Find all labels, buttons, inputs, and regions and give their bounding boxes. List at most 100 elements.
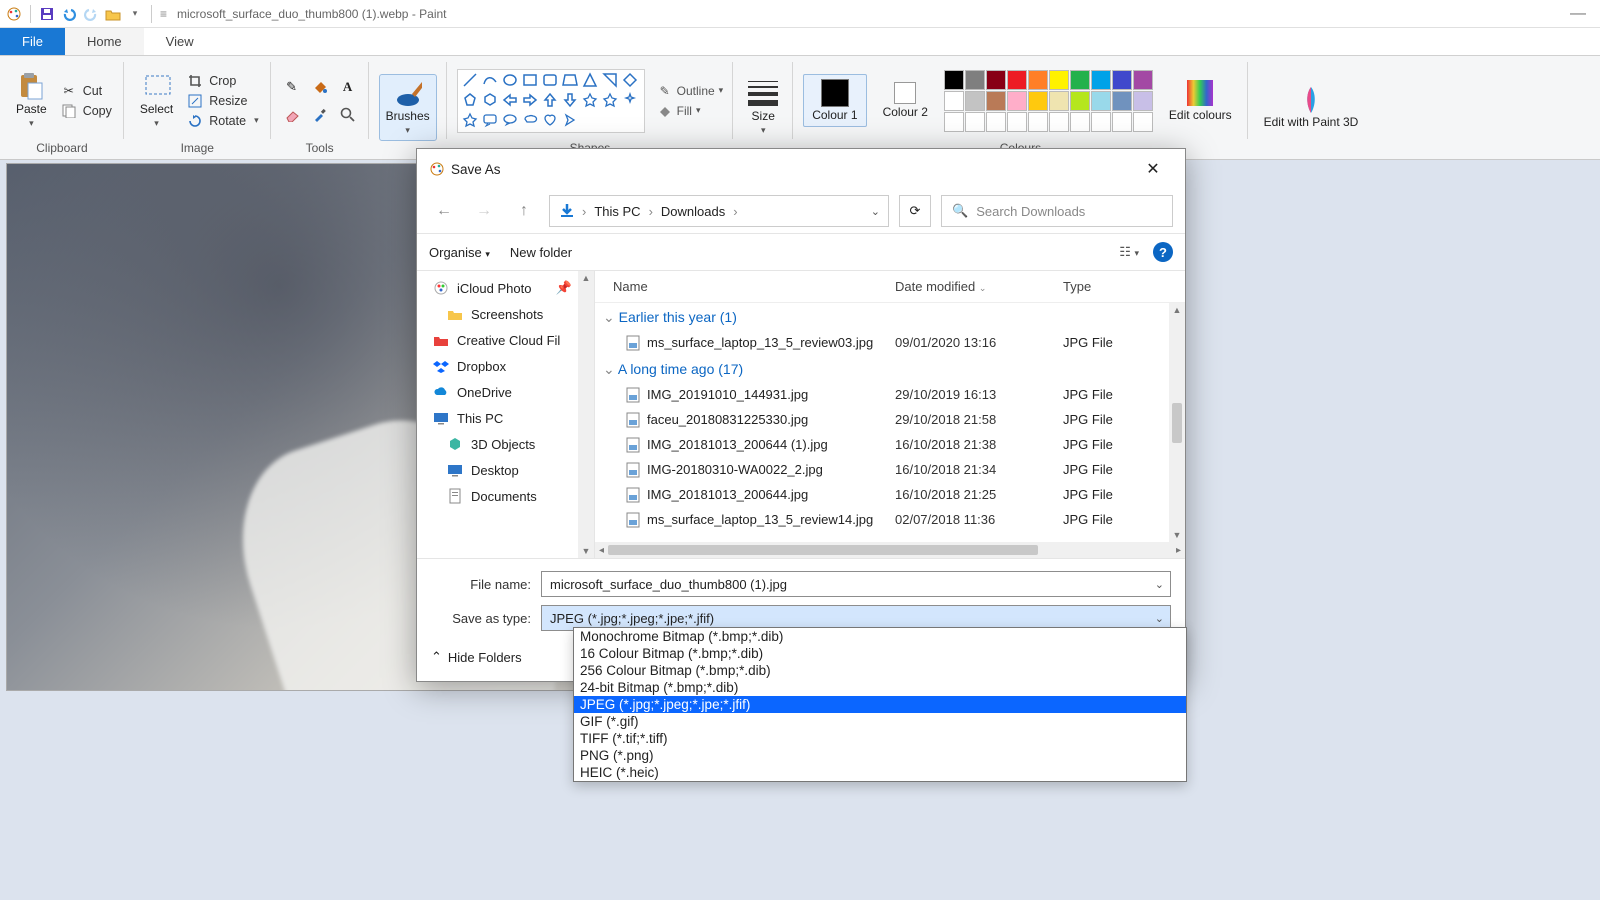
shape-8[interactable]: [622, 72, 640, 90]
type-option[interactable]: 24-bit Bitmap (*.bmp;*.dib): [574, 679, 1186, 696]
file-row[interactable]: IMG_20181013_200644 (1).jpg16/10/2018 21…: [595, 432, 1169, 457]
nav-item[interactable]: Creative Cloud Fil: [417, 327, 578, 353]
breadcrumb-root[interactable]: This PC: [594, 204, 640, 219]
refresh-button[interactable]: ⟳: [899, 195, 931, 227]
type-option[interactable]: 256 Colour Bitmap (*.bmp;*.dib): [574, 662, 1186, 679]
shape-19[interactable]: [482, 112, 500, 130]
edit-colours-button[interactable]: Edit colours: [1163, 75, 1238, 126]
chevron-down-icon[interactable]: ⌄: [1155, 612, 1164, 625]
colour-swatch[interactable]: [1091, 91, 1111, 111]
shape-17[interactable]: [622, 92, 640, 110]
nav-item[interactable]: Desktop: [417, 457, 578, 483]
tab-home[interactable]: Home: [65, 28, 144, 55]
nav-item[interactable]: Screenshots: [417, 301, 578, 327]
colour-swatch[interactable]: [1070, 112, 1090, 132]
minimize-button[interactable]: —: [1570, 5, 1594, 23]
shape-12[interactable]: [522, 92, 540, 110]
tab-file[interactable]: File: [0, 28, 65, 55]
save-icon[interactable]: [39, 6, 55, 22]
view-mode-button[interactable]: ☷ ▾: [1119, 244, 1139, 260]
nav-item[interactable]: OneDrive: [417, 379, 578, 405]
shape-22[interactable]: [542, 112, 560, 130]
colour-swatch[interactable]: [986, 112, 1006, 132]
shape-5[interactable]: [562, 72, 580, 90]
breadcrumb[interactable]: › This PC › Downloads › ⌄: [549, 195, 889, 227]
colour-swatch[interactable]: [1133, 70, 1153, 90]
file-row[interactable]: IMG_20181013_200644.jpg16/10/2018 21:25J…: [595, 482, 1169, 507]
shape-11[interactable]: [502, 92, 520, 110]
resize-button[interactable]: Resize: [185, 92, 260, 110]
qat-dropdown-icon[interactable]: ▾: [127, 6, 143, 22]
zoom-tool-icon[interactable]: [337, 104, 359, 126]
file-group-header[interactable]: A long time ago (17): [595, 355, 1169, 382]
colour-swatch[interactable]: [1007, 70, 1027, 90]
colour-swatch[interactable]: [1028, 91, 1048, 111]
col-name[interactable]: Name: [595, 279, 895, 294]
shape-18[interactable]: [462, 112, 480, 130]
breadcrumb-folder[interactable]: Downloads: [661, 204, 725, 219]
type-option[interactable]: 16 Colour Bitmap (*.bmp;*.dib): [574, 645, 1186, 662]
type-option[interactable]: JPEG (*.jpg;*.jpeg;*.jpe;*.jfif): [574, 696, 1186, 713]
shape-9[interactable]: [462, 92, 480, 110]
chevron-down-icon[interactable]: ⌄: [871, 205, 880, 218]
file-row[interactable]: ms_surface_laptop_13_5_review03.jpg09/01…: [595, 330, 1169, 355]
filename-input[interactable]: microsoft_surface_duo_thumb800 (1).jpg ⌄: [541, 571, 1171, 597]
nav-item[interactable]: 3D Objects: [417, 431, 578, 457]
type-option[interactable]: GIF (*.gif): [574, 713, 1186, 730]
shape-21[interactable]: [522, 112, 540, 130]
nav-scrollbar[interactable]: ▲▼: [578, 271, 594, 558]
colour-swatch[interactable]: [1070, 91, 1090, 111]
colour-swatch[interactable]: [944, 91, 964, 111]
close-button[interactable]: ✕: [1133, 159, 1173, 179]
eraser-tool-icon[interactable]: [281, 104, 303, 126]
organise-button[interactable]: Organise ▾: [429, 245, 490, 260]
text-tool-icon[interactable]: A: [337, 76, 359, 98]
colour-swatch[interactable]: [1049, 70, 1069, 90]
shape-23[interactable]: [562, 112, 580, 130]
size-button[interactable]: Size ▾: [743, 75, 783, 140]
shape-2[interactable]: [502, 72, 520, 90]
col-date[interactable]: Date modified ⌄: [895, 279, 1063, 294]
brushes-button[interactable]: Brushes ▾: [379, 74, 437, 141]
nav-item[interactable]: This PC: [417, 405, 578, 431]
shape-10[interactable]: [482, 92, 500, 110]
colour-swatch[interactable]: [965, 112, 985, 132]
colour-2-button[interactable]: Colour 2: [877, 78, 934, 123]
shape-14[interactable]: [562, 92, 580, 110]
outline-button[interactable]: ✎Outline▾: [657, 83, 724, 99]
file-row[interactable]: IMG_20191010_144931.jpg29/10/2019 16:13J…: [595, 382, 1169, 407]
col-type[interactable]: Type: [1063, 279, 1169, 294]
colour-swatch[interactable]: [944, 70, 964, 90]
type-option[interactable]: TIFF (*.tif;*.tiff): [574, 730, 1186, 747]
colour-swatch[interactable]: [1070, 70, 1090, 90]
colour-swatch[interactable]: [965, 70, 985, 90]
crop-button[interactable]: Crop: [185, 72, 260, 90]
colour-swatch[interactable]: [986, 70, 1006, 90]
fill-tool-icon[interactable]: [309, 76, 331, 98]
shape-0[interactable]: [462, 72, 480, 90]
shapes-gallery[interactable]: [457, 69, 645, 133]
paint3d-button[interactable]: Edit with Paint 3D: [1258, 82, 1365, 133]
nav-item[interactable]: Documents: [417, 483, 578, 509]
colour-swatch[interactable]: [986, 91, 1006, 111]
folder-open-icon[interactable]: [105, 6, 121, 22]
colour-swatch[interactable]: [1091, 70, 1111, 90]
redo-icon[interactable]: [83, 6, 99, 22]
colour-swatch[interactable]: [1091, 112, 1111, 132]
shape-1[interactable]: [482, 72, 500, 90]
undo-icon[interactable]: [61, 6, 77, 22]
colour-swatch[interactable]: [1049, 112, 1069, 132]
colour-1-button[interactable]: Colour 1: [803, 74, 866, 127]
chevron-down-icon[interactable]: ⌄: [1155, 578, 1164, 591]
back-button[interactable]: ←: [429, 196, 459, 226]
shape-20[interactable]: [502, 112, 520, 130]
shape-13[interactable]: [542, 92, 560, 110]
file-row[interactable]: IMG-20180310-WA0022_2.jpg16/10/2018 21:3…: [595, 457, 1169, 482]
colour-swatch[interactable]: [1112, 70, 1132, 90]
tab-view[interactable]: View: [144, 28, 216, 55]
qat-overflow-icon[interactable]: ≡: [160, 7, 167, 21]
up-button[interactable]: ↑: [509, 196, 539, 226]
colour-swatch[interactable]: [1007, 112, 1027, 132]
shape-16[interactable]: [602, 92, 620, 110]
cut-button[interactable]: ✂Cut: [59, 82, 114, 100]
